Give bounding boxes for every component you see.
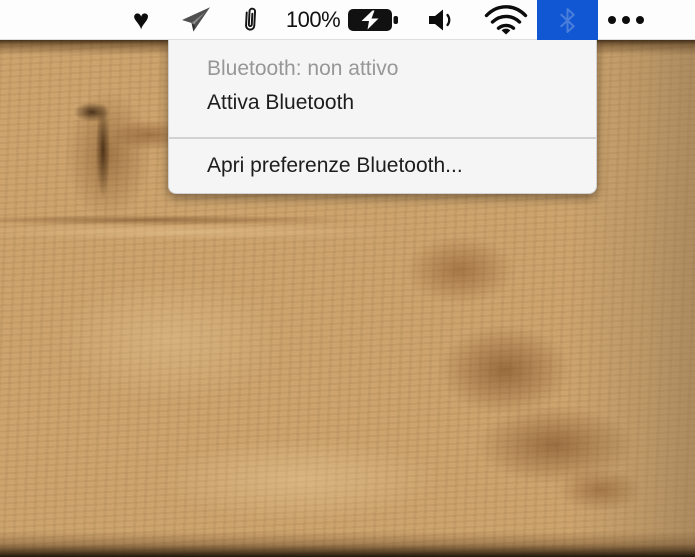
heart-icon[interactable]: ♥: [124, 0, 158, 40]
battery-charging-icon[interactable]: [346, 0, 400, 40]
menu-item-open-bluetooth-preferences[interactable]: Apri preferenze Bluetooth...: [169, 149, 596, 183]
volume-icon[interactable]: [425, 0, 459, 40]
bluetooth-status-label: Bluetooth: non attivo: [207, 57, 399, 80]
menu-item-enable-bluetooth[interactable]: Attiva Bluetooth: [169, 86, 596, 120]
bluetooth-dropdown-menu: Bluetooth: non attivo Attiva Bluetooth A…: [168, 40, 597, 194]
paperclip-icon[interactable]: [238, 0, 262, 40]
bluetooth-icon[interactable]: [537, 0, 598, 40]
overflow-ellipsis-icon[interactable]: [604, 0, 648, 40]
desktop-screen: ♥ 100% Bluetooth: non attivo Attiva Blue…: [0, 0, 695, 557]
wifi-icon[interactable]: [482, 0, 530, 40]
menu-bar: ♥ 100%: [0, 0, 695, 40]
menu-separator: [169, 137, 596, 139]
battery-percentage: 100%: [285, 7, 341, 32]
telegram-icon[interactable]: [178, 0, 214, 40]
